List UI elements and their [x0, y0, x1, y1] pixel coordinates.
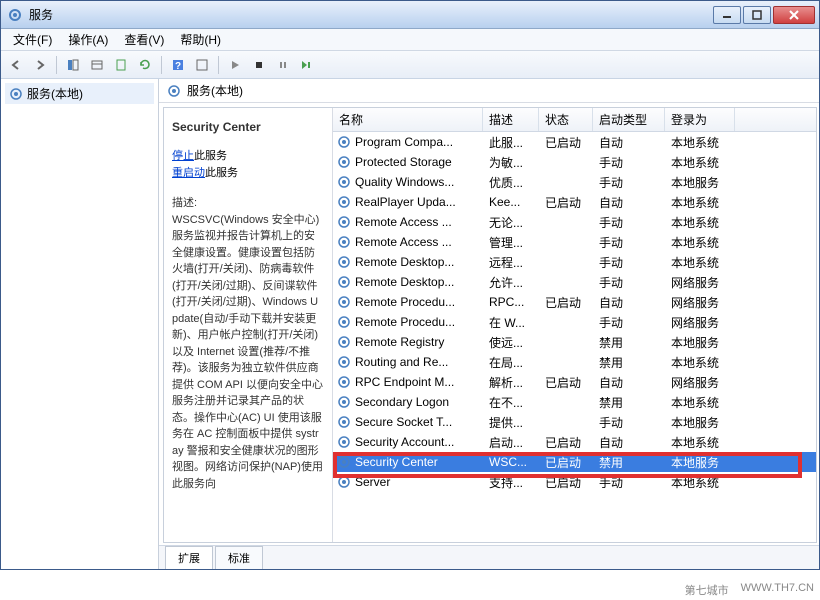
gear-icon: [337, 415, 351, 429]
services-list: 名称 描述 状态 启动类型 登录为 Program Compa...此服...已…: [332, 108, 816, 542]
table-row[interactable]: Remote Desktop...远程...手动本地系统: [333, 252, 816, 272]
tab-standard[interactable]: 标准: [215, 546, 263, 569]
services-window: 服务 文件(F) 操作(A) 查看(V) 帮助(H) ?: [0, 0, 820, 570]
panel-title: 服务(本地): [187, 82, 243, 99]
table-row[interactable]: Remote Procedu...在 W...手动网络服务: [333, 312, 816, 332]
table-row[interactable]: Secondary Logon在不...禁用本地系统: [333, 392, 816, 412]
menu-view[interactable]: 查看(V): [116, 29, 172, 50]
restart-link[interactable]: 重启动: [172, 167, 205, 179]
gear-icon: [337, 195, 351, 209]
list-header: 名称 描述 状态 启动类型 登录为: [333, 108, 816, 132]
gear-icon: [167, 84, 181, 98]
stop-service-button[interactable]: [248, 54, 270, 76]
forward-button[interactable]: [29, 54, 51, 76]
detail-heading: Security Center: [172, 118, 324, 136]
table-row[interactable]: Quality Windows...优质...手动本地服务: [333, 172, 816, 192]
menu-help[interactable]: 帮助(H): [172, 29, 229, 50]
table-row[interactable]: Secure Socket T...提供...手动本地服务: [333, 412, 816, 432]
gear-icon: [337, 275, 351, 289]
table-row[interactable]: Routing and Re...在局...禁用本地系统: [333, 352, 816, 372]
table-row[interactable]: Security Account...启动...已启动自动本地系统: [333, 432, 816, 452]
gear-icon: [9, 87, 23, 101]
help-button[interactable]: ?: [167, 54, 189, 76]
tree-root-item[interactable]: 服务(本地): [5, 83, 154, 104]
gear-icon: [337, 155, 351, 169]
back-button[interactable]: [5, 54, 27, 76]
pause-service-button[interactable]: [272, 54, 294, 76]
table-row[interactable]: RPC Endpoint M...解析...已启动自动网络服务: [333, 372, 816, 392]
gear-icon: [337, 175, 351, 189]
show-hide-tree-button[interactable]: [62, 54, 84, 76]
gear-icon: [337, 395, 351, 409]
panel-header: 服务(本地): [159, 79, 819, 103]
col-name[interactable]: 名称: [333, 108, 483, 131]
table-row[interactable]: Server支持...已启动手动本地系统: [333, 472, 816, 492]
gear-icon: [337, 475, 351, 489]
table-row[interactable]: Remote Registry使远...禁用本地服务: [333, 332, 816, 352]
table-row[interactable]: RealPlayer Upda...Kee...已启动自动本地系统: [333, 192, 816, 212]
toolbar: ?: [1, 51, 819, 79]
properties-button[interactable]: [86, 54, 108, 76]
desc-label: 描述:: [172, 195, 324, 212]
app-icon: [7, 7, 23, 23]
refresh-button[interactable]: [134, 54, 156, 76]
gear-icon: [337, 235, 351, 249]
tab-strip: 扩展 标准: [159, 545, 819, 569]
watermark: 第七城市 WWW.TH7.CN: [685, 582, 814, 598]
menubar: 文件(F) 操作(A) 查看(V) 帮助(H): [1, 29, 819, 51]
gear-icon: [337, 315, 351, 329]
table-row[interactable]: Protected Storage为敏...手动本地系统: [333, 152, 816, 172]
col-desc[interactable]: 描述: [483, 108, 539, 131]
table-row[interactable]: Remote Access ...管理...手动本地系统: [333, 232, 816, 252]
table-row[interactable]: Remote Procedu...RPC...已启动自动网络服务: [333, 292, 816, 312]
tab-extended[interactable]: 扩展: [165, 546, 213, 569]
col-status[interactable]: 状态: [539, 108, 593, 131]
gear-icon: [337, 335, 351, 349]
tree-root-label: 服务(本地): [27, 85, 83, 102]
maximize-button[interactable]: [743, 6, 771, 24]
window-title: 服务: [29, 6, 713, 23]
menu-action[interactable]: 操作(A): [60, 29, 116, 50]
table-row[interactable]: Remote Access ...无论...手动本地系统: [333, 212, 816, 232]
gear-icon: [337, 355, 351, 369]
restart-service-button[interactable]: [296, 54, 318, 76]
tree-panel: 服务(本地): [1, 79, 159, 569]
svg-text:?: ?: [175, 61, 181, 72]
gear-icon: [337, 255, 351, 269]
detail-pane: Security Center 停止此服务 重启动此服务 描述: WSCSVC(…: [164, 108, 332, 542]
desc-text: WSCSVC(Windows 安全中心)服务监视并报告计算机上的安全健康设置。健…: [172, 212, 324, 493]
col-logon[interactable]: 登录为: [665, 108, 735, 131]
table-row[interactable]: Security CenterWSC...已启动禁用本地服务: [333, 452, 816, 472]
gear-icon: [337, 435, 351, 449]
gear-icon: [337, 455, 351, 469]
col-startup[interactable]: 启动类型: [593, 108, 665, 131]
table-row[interactable]: Program Compa...此服...已启动自动本地系统: [333, 132, 816, 152]
gear-icon: [337, 215, 351, 229]
gear-icon: [337, 295, 351, 309]
titlebar[interactable]: 服务: [1, 1, 819, 29]
stop-link[interactable]: 停止: [172, 150, 194, 162]
help2-button[interactable]: [191, 54, 213, 76]
close-button[interactable]: [773, 6, 815, 24]
table-row[interactable]: Remote Desktop...允许...手动网络服务: [333, 272, 816, 292]
start-service-button[interactable]: [224, 54, 246, 76]
menu-file[interactable]: 文件(F): [5, 29, 60, 50]
gear-icon: [337, 135, 351, 149]
minimize-button[interactable]: [713, 6, 741, 24]
gear-icon: [337, 375, 351, 389]
export-button[interactable]: [110, 54, 132, 76]
list-body[interactable]: Program Compa...此服...已启动自动本地系统Protected …: [333, 132, 816, 542]
